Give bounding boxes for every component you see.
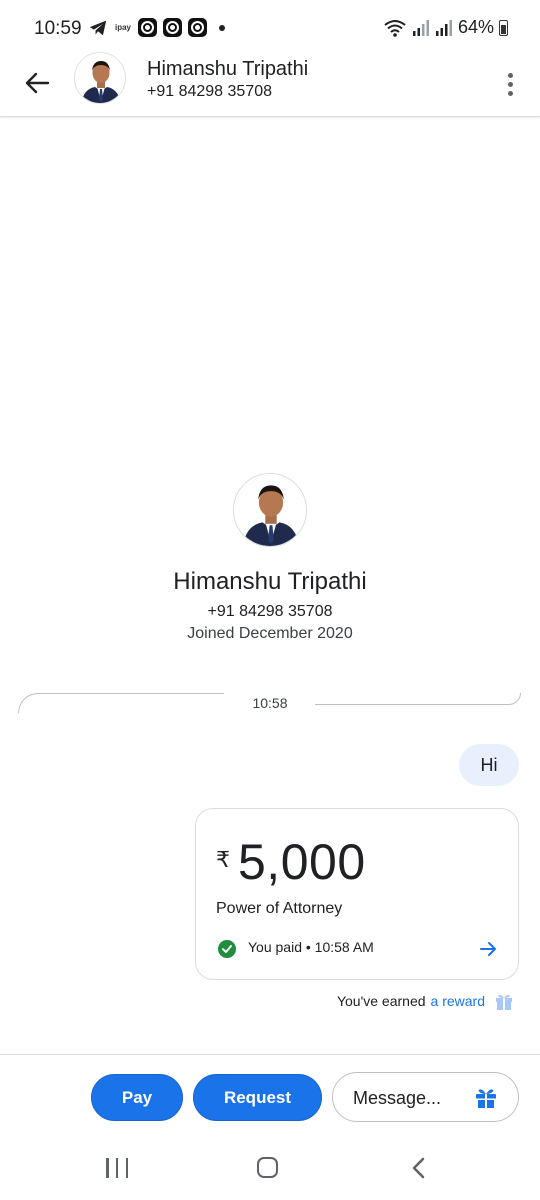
message-box[interactable] [332,1072,519,1122]
gift-icon[interactable] [474,1086,498,1110]
contact-name: Himanshu Tripathi [147,58,309,80]
payment-note: Power of Attorney [216,900,343,917]
status-bar: 10:59 ipay 64% [0,0,540,58]
payment-status: You paid • 10:58 AM [248,939,374,955]
notification-icons: ipay [88,18,225,37]
more-notifications-dot-icon [219,24,225,31]
chat-header: Himanshu Tripathi +91 84298 35708 [0,52,540,117]
camera-app-icon [188,18,207,37]
contact-phone: +91 84298 35708 [147,83,273,100]
gift-icon [496,994,512,1010]
reward-notice: You've earned a reward [337,991,514,1011]
contact-photo [75,53,125,103]
battery-percent: 64% [457,17,494,37]
arrow-right-icon[interactable] [478,939,498,959]
home-button[interactable] [257,1157,278,1178]
reward-text: You've earned [336,993,426,1009]
pay-button[interactable]: Pay [91,1074,183,1121]
app-notification-icon: ipay [114,23,131,32]
message-timestamp: 10:58 [252,695,288,711]
more-options-button[interactable] [496,66,524,102]
camera-app-icon [163,18,182,37]
status-time: 10:59 [34,18,82,39]
status-right: 64% [383,17,508,38]
contact-photo [234,474,306,546]
message-input[interactable] [353,1087,463,1109]
more-vert-icon [507,72,513,78]
system-back-button[interactable] [409,1156,429,1180]
profile-joined-date: Joined December 2020 [187,625,353,642]
reward-link[interactable]: a reward [431,993,485,1009]
sent-message-bubble[interactable]: Hi [459,744,519,786]
check-circle-icon [218,940,236,958]
wifi-icon [384,19,406,37]
profile-avatar[interactable] [233,473,307,547]
signal-icon [412,19,429,36]
camera-app-icon [138,18,157,37]
payment-card[interactable]: ₹ 5,000 Power of Attorney You paid • 10:… [195,808,519,980]
currency-symbol: ₹ [216,847,230,872]
back-button[interactable] [20,66,54,100]
request-button[interactable]: Request [193,1074,322,1121]
bottom-action-bar: Pay Request [0,1054,540,1136]
signal-icon [435,19,452,36]
avatar[interactable] [74,52,126,104]
arrow-left-icon [25,72,50,94]
recent-apps-button[interactable] [106,1158,128,1178]
battery-icon [499,19,508,36]
telegram-icon [89,20,107,35]
profile-name: Himanshu Tripathi [173,568,367,595]
profile-phone: +91 84298 35708 [207,603,333,620]
system-navigation-bar [0,1136,540,1200]
payment-amount: 5,000 [238,834,366,890]
